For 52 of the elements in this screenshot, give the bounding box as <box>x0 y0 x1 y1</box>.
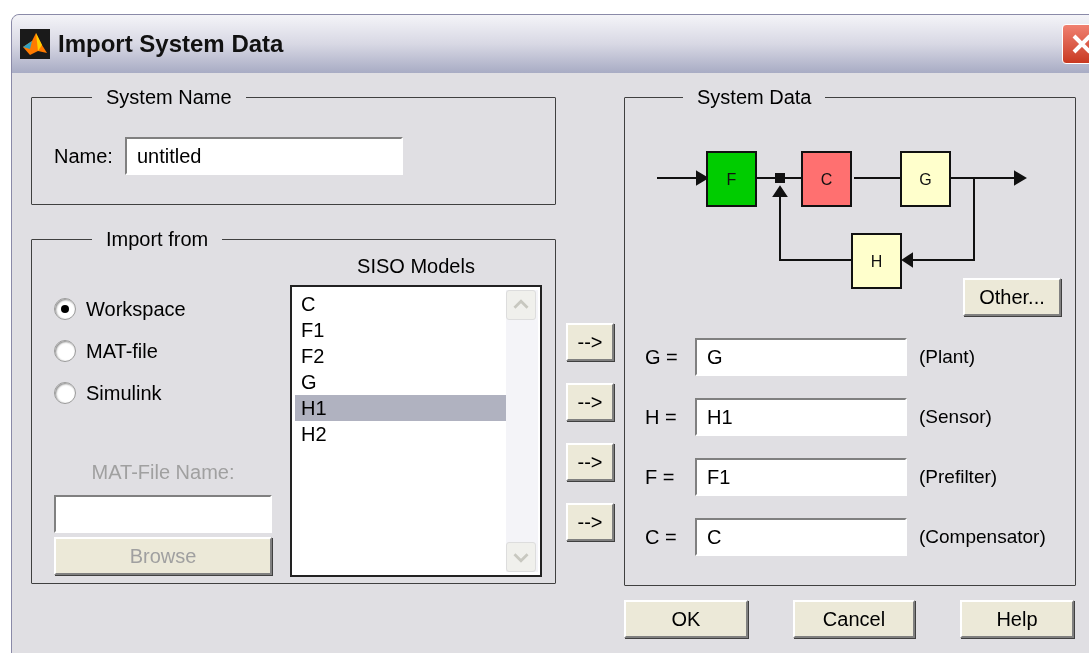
diagram-block: F <box>706 151 757 207</box>
field-label: G = <box>645 345 679 370</box>
model-field[interactable]: G <box>695 338 907 376</box>
group-title: Import from <box>105 229 210 249</box>
list-item[interactable]: C <box>295 291 506 317</box>
app-icon <box>20 29 50 59</box>
radio-button[interactable] <box>54 298 76 320</box>
transfer-button[interactable]: --> <box>566 503 614 541</box>
radio-button[interactable] <box>54 340 76 362</box>
list-title: SISO Models <box>357 254 475 279</box>
list-item[interactable]: F2 <box>295 343 506 369</box>
list-item[interactable]: F1 <box>295 317 506 343</box>
signal-arrow <box>656 170 709 186</box>
scrollbar[interactable] <box>506 290 538 572</box>
diagram-block: G <box>900 151 951 207</box>
field-label: C = <box>645 525 678 550</box>
role-label: (Prefilter) <box>919 464 998 489</box>
role-label: (Sensor) <box>919 404 992 429</box>
role-label: (Plant) <box>919 344 975 369</box>
signal-line <box>853 177 901 179</box>
radio-label: Simulink <box>86 381 162 406</box>
window-title: Import System Data <box>58 29 284 59</box>
transfer-button[interactable]: --> <box>566 443 614 481</box>
model-field[interactable]: F1 <box>695 458 907 496</box>
scroll-down-icon[interactable] <box>506 542 536 572</box>
role-label: (Compensator) <box>919 524 1046 549</box>
dialog-button[interactable]: Cancel <box>793 600 915 638</box>
list-item[interactable]: H1 <box>295 395 506 421</box>
mat-file-label: MAT-File Name: <box>90 460 236 485</box>
diagram-block: C <box>801 151 852 207</box>
diagram-block: H <box>851 233 902 289</box>
scroll-up-icon[interactable] <box>506 290 536 320</box>
group-title: System Name <box>105 87 233 107</box>
other-button[interactable]: Other... <box>963 278 1061 316</box>
list-item[interactable]: G <box>295 369 506 395</box>
close-icon <box>1071 33 1089 55</box>
model-field[interactable]: H1 <box>695 398 907 436</box>
field-label: F = <box>645 465 676 490</box>
transfer-button[interactable]: --> <box>566 323 614 361</box>
radio-button[interactable] <box>54 382 76 404</box>
list-item[interactable]: H2 <box>295 421 506 447</box>
model-field[interactable]: C <box>695 518 907 556</box>
dialog-button[interactable]: Help <box>960 600 1074 638</box>
name-label: Name: <box>54 144 113 169</box>
field-label: H = <box>645 405 678 430</box>
radio-label: Workspace <box>86 297 186 322</box>
transfer-button[interactable]: --> <box>566 383 614 421</box>
group-title: System Data <box>696 87 813 107</box>
signal-line <box>756 173 802 183</box>
radio-label: MAT-file <box>86 339 158 364</box>
name-field[interactable]: untitled <box>124 137 403 175</box>
dialog-button[interactable]: OK <box>624 600 748 638</box>
